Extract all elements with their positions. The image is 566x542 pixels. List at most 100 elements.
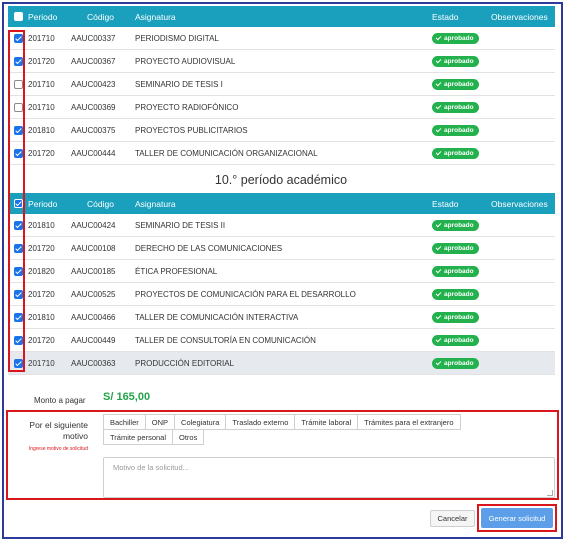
cell-periodo: 201720 — [28, 243, 55, 253]
cell-asignatura: TALLER DE COMUNICACIÓN INTERACTIVA — [135, 312, 299, 322]
status-text: aprobado — [444, 126, 474, 134]
status-badge: aprobado — [432, 147, 479, 159]
status-text: aprobado — [444, 244, 474, 252]
table-row[interactable]: 201710 AAUC00363 PRODUCCIÓN EDITORIAL aprob… — [8, 352, 555, 375]
col-observaciones: Observaciones — [491, 198, 548, 209]
cell-codigo: AAUC00363 — [71, 358, 116, 368]
status-text: aprobado — [444, 149, 474, 157]
check-icon — [435, 149, 442, 156]
table-row[interactable]: 201810 AAUC00466 TALLER DE COMUNICACIÓN IN… — [8, 306, 555, 329]
check-icon — [435, 290, 442, 297]
check-icon — [435, 313, 442, 320]
check-icon — [435, 267, 442, 274]
cell-periodo: 201710 — [28, 102, 55, 112]
table-row[interactable]: 201710 AAUC00369 PROYECTO RADIOFÓNICO aprob… — [8, 96, 555, 119]
col-observaciones: Observaciones — [491, 11, 548, 22]
cell-codigo: AAUC00337 — [71, 33, 116, 43]
checkbox-column-highlight — [8, 30, 25, 372]
status-badge: aprobado — [432, 265, 479, 277]
cell-asignatura: SEMINARIO DE TESIS I — [135, 79, 223, 89]
status-text: aprobado — [444, 336, 474, 344]
col-asignatura: Asignatura — [135, 11, 176, 22]
col-codigo: Código — [87, 11, 114, 22]
table-row[interactable]: 201720 AAUC00444 TALLER DE COMUNICACIÓN OR… — [8, 142, 555, 165]
status-badge: aprobado — [432, 124, 479, 136]
cell-periodo: 201810 — [28, 125, 55, 135]
status-text: aprobado — [444, 34, 474, 42]
cell-asignatura: TALLER DE CONSULTORÍA EN COMUNICACIÓN — [135, 335, 316, 345]
cell-estado: aprobado — [432, 55, 491, 67]
status-text: aprobado — [444, 313, 474, 321]
cell-estado: aprobado — [432, 124, 491, 136]
col-periodo: Periodo — [28, 198, 58, 209]
check-icon — [435, 244, 442, 251]
table-row[interactable]: 201720 AAUC00367 PROYECTO AUDIOVISUAL aprob… — [8, 50, 555, 73]
status-text: aprobado — [444, 267, 474, 275]
cell-asignatura: ÉTICA PROFESIONAL — [135, 266, 218, 276]
status-badge: aprobado — [432, 311, 479, 323]
col-asignatura: Asignatura — [135, 198, 176, 209]
motivo-option[interactable]: Trámites para el extranjero — [357, 414, 461, 430]
cell-codigo: AAUC00108 — [71, 243, 116, 253]
cell-codigo: AAUC00449 — [71, 335, 116, 345]
table-row[interactable]: 201720 AAUC00108 DERECHO DE LAS COMUNICACI… — [8, 237, 555, 260]
col-periodo: Periodo — [28, 11, 58, 22]
table-row[interactable]: 201720 AAUC00525 PROYECTOS DE COMUNICACIÓN… — [8, 283, 555, 306]
cell-estado: aprobado — [432, 219, 491, 231]
check-icon — [435, 103, 442, 110]
table-row[interactable]: 201720 AAUC00449 TALLER DE CONSULTORÍA EN … — [8, 329, 555, 352]
cell-periodo: 201720 — [28, 289, 55, 299]
cell-asignatura: PROYECTOS PUBLICITARIOS — [135, 125, 248, 135]
motivo-option[interactable]: Trámite personal — [103, 429, 173, 445]
motivo-option[interactable]: ONP — [144, 414, 176, 430]
status-text: aprobado — [444, 359, 474, 367]
check-icon — [435, 359, 442, 366]
cell-codigo: AAUC00424 — [71, 220, 116, 230]
table-row[interactable]: 201810 AAUC00375 PROYECTOS PUBLICITARIOS ap… — [8, 119, 555, 142]
motivo-placeholder: Motivo de la solicitud... — [113, 463, 189, 472]
motivo-options: Bachiller ONP Colegiatura Traslado externo T… — [103, 414, 488, 445]
cell-estado: aprobado — [432, 147, 491, 159]
courses-table-2: Periodo Código Asignatura Estado Observa… — [8, 193, 555, 375]
table-header: Periodo Código Asignatura Estado Observa… — [8, 193, 555, 214]
select-all-checkbox[interactable] — [13, 12, 23, 21]
monto-value: S/ 165,00 — [103, 391, 151, 403]
cell-estado: aprobado — [432, 311, 491, 323]
check-icon — [435, 57, 442, 64]
generate-request-button[interactable]: Generar solicitud — [481, 508, 553, 528]
cell-codigo: AAUC00466 — [71, 312, 116, 322]
cell-periodo: 201710 — [28, 33, 55, 43]
cell-periodo: 201720 — [28, 148, 55, 158]
cell-asignatura: PERIODISMO DIGITAL — [135, 33, 219, 43]
resize-grip-icon[interactable] — [547, 490, 553, 496]
cell-periodo: 201810 — [28, 312, 55, 322]
motivo-option[interactable]: Otros — [172, 429, 205, 445]
table-row[interactable]: 201710 AAUC00423 SEMINARIO DE TESIS I aprob… — [8, 73, 555, 96]
table-row[interactable]: 201710 AAUC00337 PERIODISMO DIGITAL aprobad… — [8, 27, 555, 50]
cancel-button[interactable]: Cancelar — [430, 510, 475, 527]
check-icon — [435, 336, 442, 343]
cell-asignatura: PRODUCCIÓN EDITORIAL — [135, 358, 234, 368]
cell-periodo: 201820 — [28, 266, 55, 276]
status-badge: aprobado — [432, 101, 479, 113]
motivo-option[interactable]: Bachiller — [103, 414, 146, 430]
table-header: Periodo Código Asignatura Estado Observa… — [8, 6, 555, 27]
motivo-error: Ingrese motivo de solicitud — [28, 446, 88, 452]
check-icon — [435, 221, 442, 228]
motivo-textarea[interactable]: Motivo de la solicitud... — [103, 457, 555, 498]
table-row[interactable]: 201820 AAUC00185 ÉTICA PROFESIONAL aprobado — [8, 260, 555, 283]
motivo-option[interactable]: Colegiatura — [174, 414, 227, 430]
table-row[interactable]: 201810 AAUC00424 SEMINARIO DE TESIS II apro… — [8, 214, 555, 237]
cell-estado: aprobado — [432, 357, 491, 369]
motivo-label: Por el siguiente motivo — [29, 420, 88, 441]
cell-periodo: 201710 — [28, 358, 55, 368]
col-estado: Estado — [432, 198, 459, 209]
motivo-option[interactable]: Trámite laboral — [294, 414, 359, 430]
cell-estado: aprobado — [432, 334, 491, 346]
cell-codigo: AAUC00375 — [71, 125, 116, 135]
status-badge: aprobado — [432, 288, 479, 300]
status-badge: aprobado — [432, 78, 479, 90]
motivo-option[interactable]: Traslado externo — [225, 414, 296, 430]
cell-periodo: 201810 — [28, 220, 55, 230]
status-badge: aprobado — [432, 242, 479, 254]
